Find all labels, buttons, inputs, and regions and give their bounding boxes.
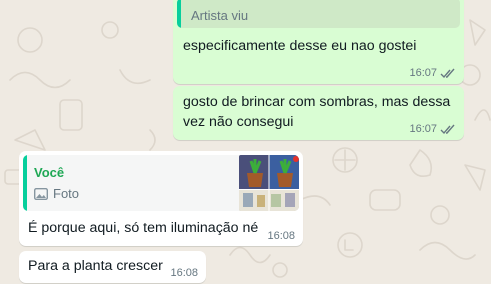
message-meta: 16:07: [409, 67, 456, 79]
message-bubble-outgoing[interactable]: gosto de brincar com sombras, mas dessa …: [173, 86, 464, 140]
message-time: 16:07: [409, 123, 437, 135]
quote-media-label: Foto: [34, 186, 79, 201]
double-check-icon: [440, 124, 455, 134]
message-text: Para a planta crescer: [28, 258, 163, 274]
message-meta: 16:07: [409, 123, 456, 135]
message-time: 16:08: [267, 230, 295, 242]
message-bubble-incoming[interactable]: Para a planta crescer 16:08: [19, 251, 206, 283]
message-text: É porque aqui, só tem iluminação né: [28, 220, 259, 236]
double-check-icon: [440, 68, 455, 78]
quote-author: Artista viu: [191, 8, 249, 23]
quote-photo-thumbnail[interactable]: [239, 155, 299, 211]
message-bubble-outgoing[interactable]: Artista viu especificamente desse eu nao…: [173, 0, 464, 84]
message-time: 16:07: [409, 67, 437, 79]
plant-drawing-image: [239, 155, 299, 211]
quote-author: Você: [34, 165, 65, 180]
message-meta: 16:08: [170, 267, 198, 279]
quoted-message[interactable]: Artista viu: [177, 0, 460, 28]
message-time: 16:08: [170, 267, 198, 279]
quote-accent-bar: [177, 0, 181, 28]
message-text: especificamente desse eu nao gostei: [183, 38, 417, 54]
quote-accent-bar: [23, 155, 27, 211]
quote-media-text: Foto: [53, 186, 80, 201]
message-bubble-incoming[interactable]: Você Foto É porque aqui, só tem iluminaç…: [19, 151, 303, 246]
quoted-message[interactable]: Você Foto: [23, 155, 299, 211]
photo-icon: [34, 187, 48, 200]
message-meta: 16:08: [267, 230, 295, 242]
